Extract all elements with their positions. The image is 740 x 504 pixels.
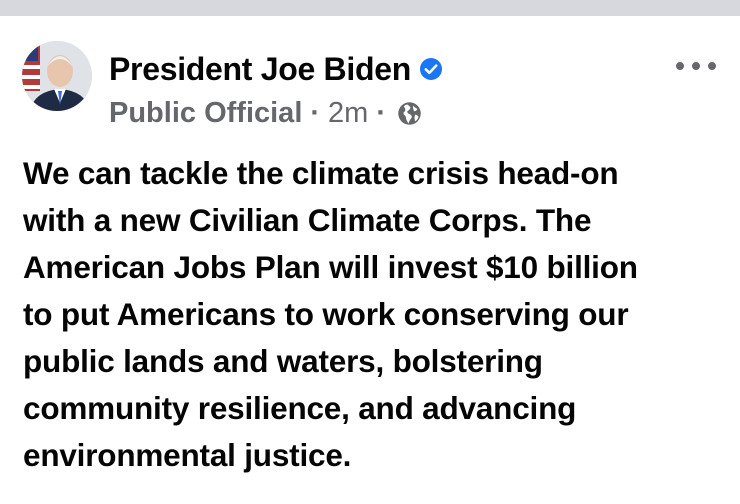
meta-separator: · xyxy=(376,96,387,129)
post-meta: Public Official · 2m · xyxy=(109,96,423,130)
post-text-line: community resilience, and advancing xyxy=(23,390,577,426)
post-text-line: environmental justice. xyxy=(23,437,352,473)
post-text-line: with a new Civilian Climate Corps. The xyxy=(23,202,592,238)
more-options-icon xyxy=(676,62,684,70)
post-text-line: public lands and waters, bolstering xyxy=(23,343,543,379)
author-role: Public Official xyxy=(109,96,303,129)
post-timestamp[interactable]: 2m xyxy=(328,97,368,130)
avatar[interactable] xyxy=(22,41,92,111)
more-options-icon xyxy=(692,62,700,70)
author-row: President Joe Biden xyxy=(109,50,443,88)
post-body: We can tackle the climate crisis head-on… xyxy=(23,150,723,479)
profile-photo-icon xyxy=(22,41,92,111)
more-options-button[interactable] xyxy=(676,56,716,76)
meta-separator: · xyxy=(310,96,321,129)
post-text-line: to put Americans to work conserving our xyxy=(23,296,629,332)
top-divider-bar xyxy=(0,0,740,16)
author-name[interactable]: President Joe Biden xyxy=(109,51,411,88)
post-text-line: We can tackle the climate crisis head-on xyxy=(23,155,619,191)
more-options-icon xyxy=(708,62,716,70)
post-text-line: American Jobs Plan will invest $10 billi… xyxy=(23,249,638,285)
globe-icon[interactable] xyxy=(396,100,423,127)
facebook-post: President Joe Biden Public Official · 2m… xyxy=(0,16,740,504)
verified-badge-icon xyxy=(419,57,443,81)
